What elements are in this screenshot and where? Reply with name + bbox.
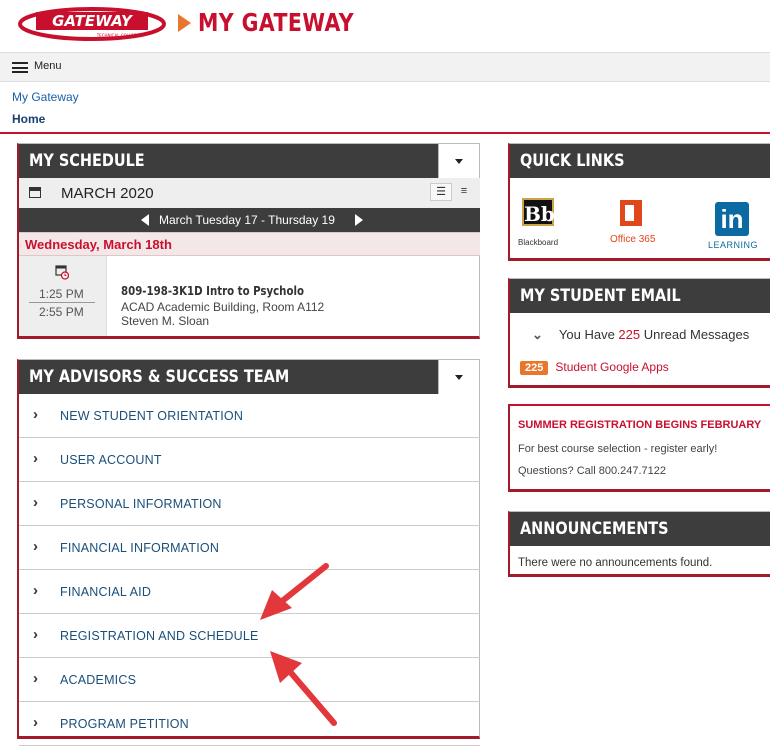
annotation-arrow-lower (270, 651, 337, 726)
day-view-icon[interactable]: ≡ (453, 183, 475, 201)
annotation-arrow-upper (260, 563, 329, 620)
list-item-label: PROGRAM PETITION (60, 717, 189, 731)
list-view-icon[interactable]: ☰ (430, 183, 452, 201)
panel-title: MY ADVISORS & SUCCESS TEAM (29, 367, 290, 387)
site-title: MY GATEWAY (198, 8, 355, 37)
day-label: Wednesday, March 18th (25, 237, 172, 252)
list-item-label: FINANCIAL INFORMATION (60, 541, 220, 555)
unread-messages[interactable]: ⌄ You Have 225 Unread Messages (532, 327, 749, 343)
panel-title: ANNOUNCEMENTS (520, 519, 669, 539)
chevron-right-icon: › (33, 670, 38, 687)
google-apps-link[interactable]: 225 Student Google Apps (520, 360, 669, 375)
panel-header: MY STUDENT EMAIL (510, 279, 770, 313)
summer-registration-notice: SUMMER REGISTRATION BEGINS FEBRUARY For … (508, 404, 770, 492)
breadcrumb-current: Home (12, 112, 46, 126)
blackboard-label[interactable]: Blackboard (518, 238, 558, 247)
linkedin-learning-label[interactable]: LEARNING (708, 240, 758, 250)
chevron-down-icon: ⌄ (532, 327, 543, 342)
panel-header: MY SCHEDULE (19, 144, 479, 178)
quick-links-icons: Bb Blackboard Office 365 in LEARNING (510, 178, 770, 258)
month-label: MARCH 2020 (61, 185, 154, 202)
caret-down-icon (455, 375, 463, 380)
event-instructor: Steven M. Sloan (121, 314, 210, 328)
breadcrumb-parent[interactable]: My Gateway (12, 90, 79, 104)
date-range: March Tuesday 17 - Thursday 19 (159, 213, 335, 227)
office-365-icon[interactable] (620, 200, 642, 226)
chevron-right-icon: › (33, 626, 38, 643)
count-badge: 225 (520, 361, 549, 375)
time-divider (29, 302, 95, 303)
logo-text: GATEWAY (52, 12, 134, 30)
list-item[interactable]: › PERSONAL INFORMATION (19, 482, 480, 526)
chevron-right-icon: › (33, 582, 38, 599)
unread-suffix: Unread Messages (640, 327, 750, 342)
list-item-label: PERSONAL INFORMATION (60, 497, 222, 511)
gateway-logo[interactable]: GATEWAY TECHNICAL COLLEGE (18, 7, 166, 41)
event-start: 1:25 PM (39, 287, 84, 301)
logo-subtext: TECHNICAL COLLEGE (96, 33, 140, 38)
chevron-right-icon: › (33, 450, 38, 467)
month-row: MARCH 2020 ☰ ≡ (19, 178, 480, 208)
panel-dropdown-button[interactable] (438, 144, 479, 178)
panel-title: MY SCHEDULE (29, 151, 145, 171)
list-item[interactable]: › ACADEMICS (19, 658, 480, 702)
list-item-label: REGISTRATION AND SCHEDULE (60, 629, 259, 643)
notice-title: SUMMER REGISTRATION BEGINS FEBRUARY (518, 419, 762, 431)
blackboard-icon[interactable]: Bb (522, 198, 555, 226)
next-arrow-icon[interactable] (355, 214, 363, 226)
list-item-label: ACADEMICS (60, 673, 137, 687)
previous-arrow-icon[interactable] (141, 214, 149, 226)
unread-prefix: You Have (558, 327, 619, 342)
day-header: Wednesday, March 18th (19, 232, 480, 256)
panel-header: MY ADVISORS & SUCCESS TEAM (19, 360, 479, 394)
date-navigator: March Tuesday 17 - Thursday 19 (19, 208, 480, 232)
list-item[interactable]: › USER ACCOUNT (19, 438, 480, 482)
list-item[interactable]: › PROGRAM PETITION (19, 702, 480, 746)
list-item-label: NEW STUDENT ORIENTATION (60, 409, 244, 423)
chevron-right-icon: › (33, 406, 38, 423)
title-arrow-icon (178, 14, 191, 32)
clock-calendar-icon (55, 264, 70, 283)
advisors-panel: MY ADVISORS & SUCCESS TEAM › NEW STUDENT … (17, 359, 480, 746)
notice-line-2: Questions? Call 800.247.7122 (518, 465, 666, 477)
office-365-label[interactable]: Office 365 (610, 234, 655, 245)
announcements-empty: There were no announcements found. (518, 557, 713, 569)
caret-down-icon (455, 159, 463, 164)
event-course[interactable]: 809-198-3K1D Intro to Psycholo (121, 284, 304, 298)
schedule-event[interactable]: 1:25 PM 2:55 PM 809-198-3K1D Intro to Ps… (19, 256, 480, 336)
my-schedule-panel: MY SCHEDULE MARCH 2020 ☰ ≡ March Tuesday… (17, 143, 480, 339)
panel-header: ANNOUNCEMENTS (510, 512, 770, 546)
unread-count: 225 (618, 327, 641, 342)
list-item-label: USER ACCOUNT (60, 453, 162, 467)
calendar-icon (29, 187, 41, 198)
hamburger-icon[interactable] (12, 62, 28, 73)
announcements-panel: ANNOUNCEMENTS There were no announcement… (508, 511, 770, 577)
event-location: ACAD Academic Building, Room A112 (121, 300, 325, 314)
header-divider (0, 132, 770, 134)
chevron-right-icon: › (33, 538, 38, 555)
chevron-right-icon: › (33, 494, 38, 511)
event-end: 2:55 PM (39, 305, 84, 319)
panel-header: QUICK LINKS (510, 144, 770, 178)
google-apps-label: Student Google Apps (555, 360, 669, 374)
menubar: Menu (0, 52, 770, 82)
quick-links-panel: QUICK LINKS Bb Blackboard Office 365 in … (508, 143, 770, 261)
panel-dropdown-button[interactable] (438, 360, 479, 394)
event-time: 1:25 PM 2:55 PM (19, 256, 107, 336)
panel-title: QUICK LINKS (520, 151, 625, 171)
list-item-label: FINANCIAL AID (60, 585, 152, 599)
linkedin-learning-icon[interactable]: in (715, 202, 749, 236)
student-email-panel: MY STUDENT EMAIL ⌄ You Have 225 Unread Me… (508, 278, 770, 388)
chevron-right-icon: › (33, 714, 38, 731)
panel-title: MY STUDENT EMAIL (520, 286, 681, 306)
menu-button[interactable]: Menu (34, 60, 62, 72)
notice-line-1: For best course selection - register ear… (518, 443, 718, 455)
list-item[interactable]: › NEW STUDENT ORIENTATION (19, 394, 480, 438)
